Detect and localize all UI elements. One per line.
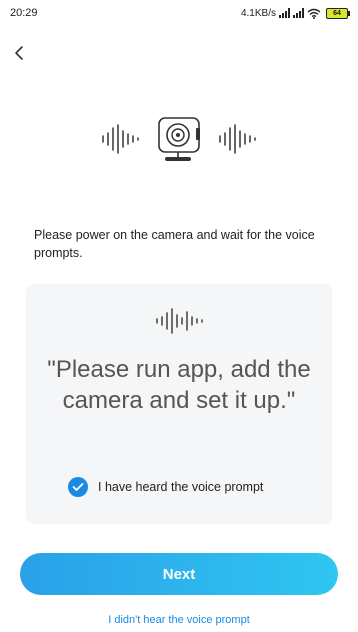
- camera-illustration: [0, 108, 358, 168]
- card-wave: [26, 306, 332, 336]
- sound-wave-icon: [156, 308, 203, 334]
- status-time: 20:29: [10, 7, 38, 19]
- heard-prompt-checkbox[interactable]: [68, 477, 88, 497]
- network-speed: 4.1KB/s: [240, 7, 276, 19]
- heard-prompt-checkbox-row[interactable]: I have heard the voice prompt: [68, 476, 263, 498]
- heard-prompt-label: I have heard the voice prompt: [98, 480, 264, 494]
- didnt-hear-prompt-link[interactable]: I didn't hear the voice prompt: [0, 614, 358, 626]
- signal-icon: [293, 8, 304, 18]
- check-icon: [72, 483, 84, 491]
- signal-icon: [279, 8, 290, 18]
- status-indicators: 4.1KB/s 64: [240, 7, 350, 19]
- next-button[interactable]: Next: [20, 553, 338, 595]
- battery-level: 64: [333, 9, 341, 17]
- instruction-text: Please power on the camera and wait for …: [34, 228, 315, 260]
- chevron-left-icon: [15, 46, 23, 60]
- back-button[interactable]: [6, 40, 32, 66]
- wifi-icon: [307, 8, 321, 19]
- voice-prompt-card: "Please run app, add the camera and set …: [26, 284, 332, 524]
- voice-prompt-quote: "Please run app, add the camera and set …: [47, 356, 311, 414]
- camera-icon: [102, 117, 256, 161]
- battery-icon: 64: [326, 7, 350, 19]
- status-bar: 20:29 4.1KB/s 64: [0, 0, 358, 26]
